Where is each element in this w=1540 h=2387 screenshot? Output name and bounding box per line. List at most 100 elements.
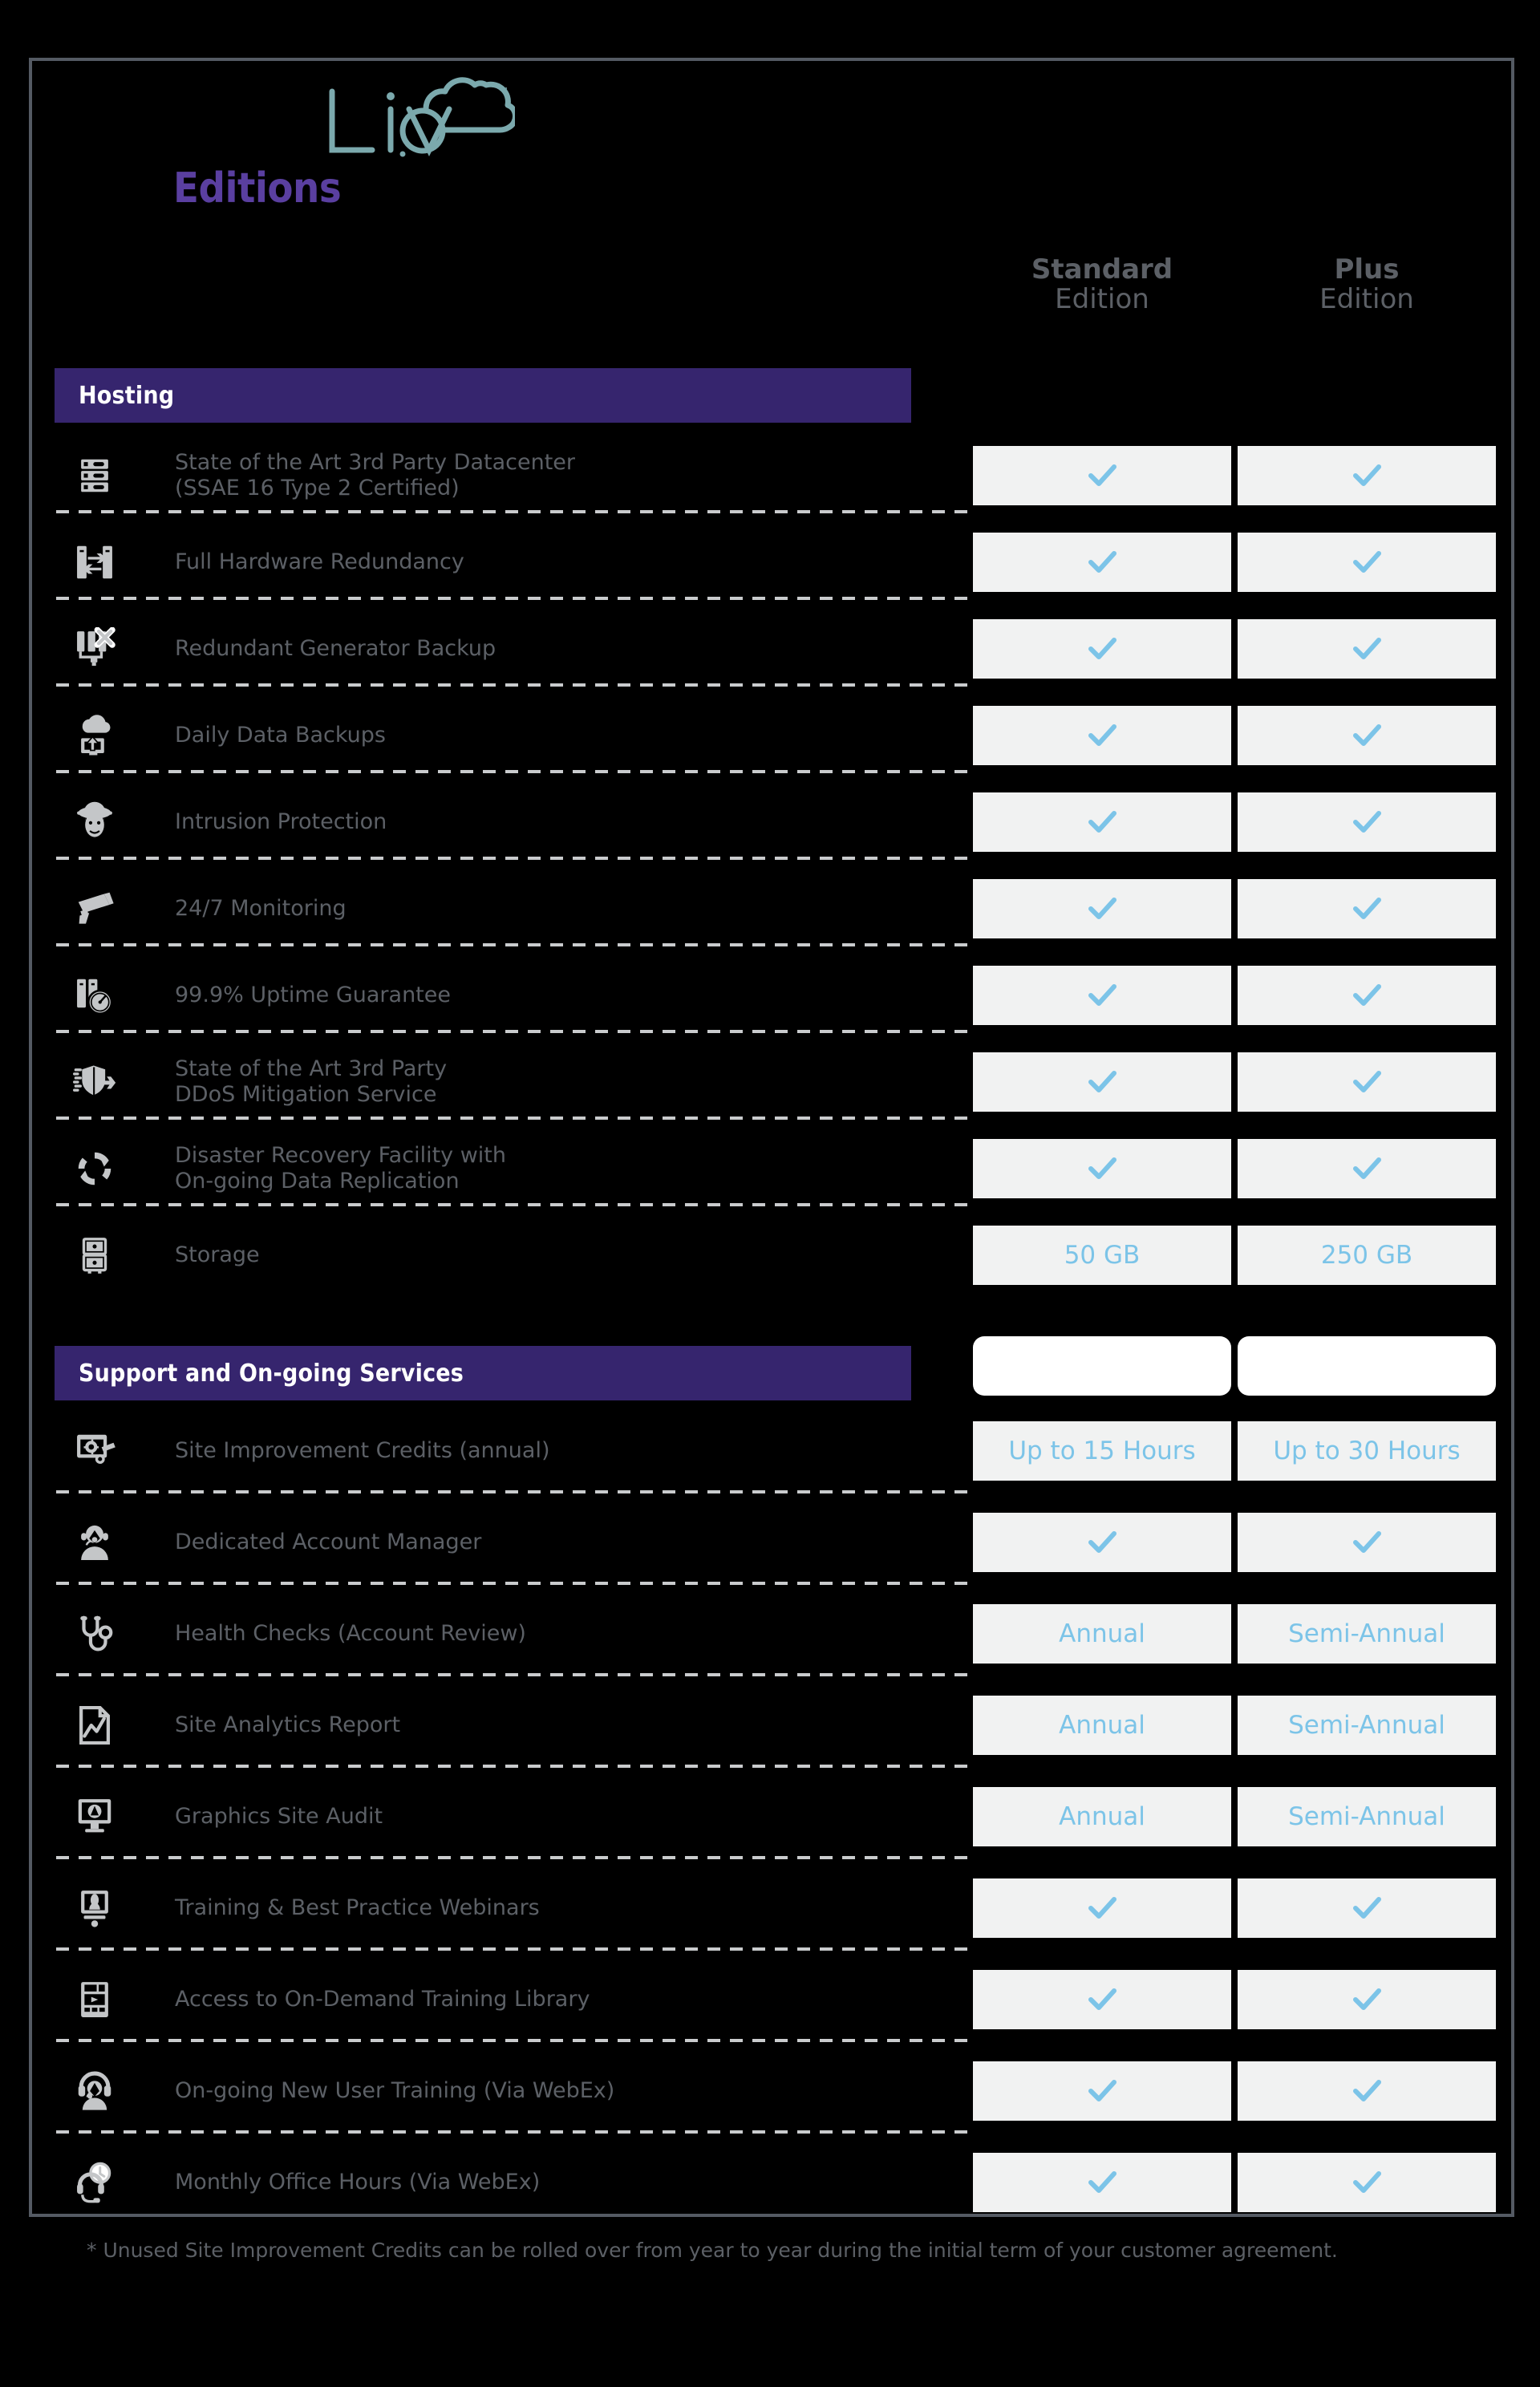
cell-standard: 50 GB xyxy=(973,1226,1231,1285)
check-icon xyxy=(1088,898,1116,919)
spacer-cell-standard xyxy=(973,1336,1231,1396)
cell-value: Annual xyxy=(1059,1711,1145,1740)
generator-backup-icon xyxy=(69,624,120,674)
check-icon xyxy=(1088,1531,1116,1553)
feature-label: Dedicated Account Manager xyxy=(175,1513,961,1572)
section-header-support-label: Support and On-going Services xyxy=(79,1359,464,1388)
server-rack-icon xyxy=(69,451,120,500)
cell-standard xyxy=(973,706,1231,765)
check-icon xyxy=(1353,2171,1381,2193)
check-icon xyxy=(1353,1071,1381,1092)
feature-label: State of the Art 3rd Party DDoS Mitigatio… xyxy=(175,1052,961,1112)
feature-label: On-going New User Training (Via WebEx) xyxy=(175,2061,961,2121)
cell-plus: Semi-Annual xyxy=(1238,1787,1496,1846)
feature-label: Health Checks (Account Review) xyxy=(175,1604,961,1664)
cell-plus xyxy=(1238,446,1496,505)
feature-label-line: Daily Data Backups xyxy=(175,723,386,748)
cell-standard xyxy=(973,792,1231,852)
cell-standard: Annual xyxy=(973,1604,1231,1664)
row-divider xyxy=(56,1856,975,1859)
check-icon xyxy=(1353,638,1381,659)
cell-standard xyxy=(973,446,1231,505)
row-divider xyxy=(56,510,975,513)
section-header-hosting-label: Hosting xyxy=(79,381,175,410)
cell-plus: Up to 30 Hours xyxy=(1238,1421,1496,1481)
check-icon xyxy=(1353,1531,1381,1553)
feature-label: Full Hardware Redundancy xyxy=(175,533,961,592)
check-icon xyxy=(1353,1157,1381,1179)
stethoscope-icon xyxy=(69,1607,120,1660)
feature-label: State of the Art 3rd Party Datacenter (SS… xyxy=(175,446,961,505)
feature-label-line: Health Checks (Account Review) xyxy=(175,1621,526,1647)
storage-icon xyxy=(69,1230,120,1280)
feature-label: Daily Data Backups xyxy=(175,706,961,765)
feature-label-line: (SSAE 16 Type 2 Certified) xyxy=(175,476,460,500)
check-icon xyxy=(1353,984,1381,1006)
cell-standard: Up to 15 Hours xyxy=(973,1421,1231,1481)
feature-label-line: Site Analytics Report xyxy=(175,1712,401,1738)
cell-plus xyxy=(1238,533,1496,592)
feature-label-line: Site Improvement Credits (annual) xyxy=(175,1438,550,1464)
webinar-icon xyxy=(69,1882,120,1935)
check-icon xyxy=(1088,1897,1116,1919)
row-divider xyxy=(56,1582,975,1585)
analytics-report-icon xyxy=(69,1699,120,1752)
cell-plus: Semi-Annual xyxy=(1238,1604,1496,1664)
feature-label: Site Improvement Credits (annual) xyxy=(175,1421,961,1481)
cloud-backup-icon xyxy=(69,711,120,760)
check-icon xyxy=(1088,811,1116,833)
cell-plus: Semi-Annual xyxy=(1238,1696,1496,1755)
check-icon xyxy=(1353,724,1381,746)
cell-plus xyxy=(1238,619,1496,679)
cell-plus xyxy=(1238,2061,1496,2121)
section-header-hosting: Hosting xyxy=(55,368,911,423)
cell-standard xyxy=(973,1970,1231,2029)
headset-training-icon xyxy=(69,2065,120,2118)
comparison-table: Hosting State of the Art 3rd Party Datace… xyxy=(0,0,1540,2387)
feature-label-line: Intrusion Protection xyxy=(175,809,387,835)
check-icon xyxy=(1088,1157,1116,1179)
cell-plus xyxy=(1238,1139,1496,1198)
row-divider xyxy=(56,1116,975,1120)
cell-plus xyxy=(1238,706,1496,765)
cell-value: Semi-Annual xyxy=(1288,1711,1445,1740)
cell-value: Annual xyxy=(1059,1802,1145,1831)
feature-label: Storage xyxy=(175,1226,961,1285)
cell-standard xyxy=(973,1052,1231,1112)
check-icon xyxy=(1353,898,1381,919)
cell-standard: Annual xyxy=(973,1787,1231,1846)
check-icon xyxy=(1088,724,1116,746)
cell-plus xyxy=(1238,792,1496,852)
spacer-cell-plus xyxy=(1238,1336,1496,1396)
cell-standard: Annual xyxy=(973,1696,1231,1755)
feature-label-line: Graphics Site Audit xyxy=(175,1804,383,1830)
footnote-text: * Unused Site Improvement Credits can be… xyxy=(87,2239,1338,2262)
row-divider xyxy=(56,1030,975,1033)
row-divider xyxy=(56,1203,975,1206)
cell-standard xyxy=(973,966,1231,1025)
cell-value: Up to 15 Hours xyxy=(1008,1437,1196,1465)
training-library-icon xyxy=(69,1973,120,2026)
check-icon xyxy=(1088,2171,1116,2193)
intruder-icon xyxy=(69,797,120,847)
cell-plus xyxy=(1238,1513,1496,1572)
row-divider xyxy=(56,770,975,773)
check-icon xyxy=(1353,464,1381,486)
row-divider xyxy=(56,857,975,860)
row-divider xyxy=(56,2130,975,2134)
account-manager-icon xyxy=(69,1516,120,1569)
cell-standard xyxy=(973,619,1231,679)
check-icon xyxy=(1353,811,1381,833)
row-divider xyxy=(56,943,975,946)
check-icon xyxy=(1088,1988,1116,2010)
cell-plus xyxy=(1238,966,1496,1025)
feature-label-line: Training & Best Practice Webinars xyxy=(175,1895,540,1921)
row-divider xyxy=(56,597,975,600)
cell-value: Up to 30 Hours xyxy=(1273,1437,1461,1465)
feature-label-line: DDoS Mitigation Service xyxy=(175,1082,437,1107)
feature-label-line: On-going Data Replication xyxy=(175,1169,460,1194)
footnote: * Unused Site Improvement Credits can be… xyxy=(87,2238,1498,2264)
feature-label-line: Monthly Office Hours (Via WebEx) xyxy=(175,2170,541,2195)
feature-label: Monthly Office Hours (Via WebEx) xyxy=(175,2153,961,2212)
cell-plus xyxy=(1238,1878,1496,1938)
